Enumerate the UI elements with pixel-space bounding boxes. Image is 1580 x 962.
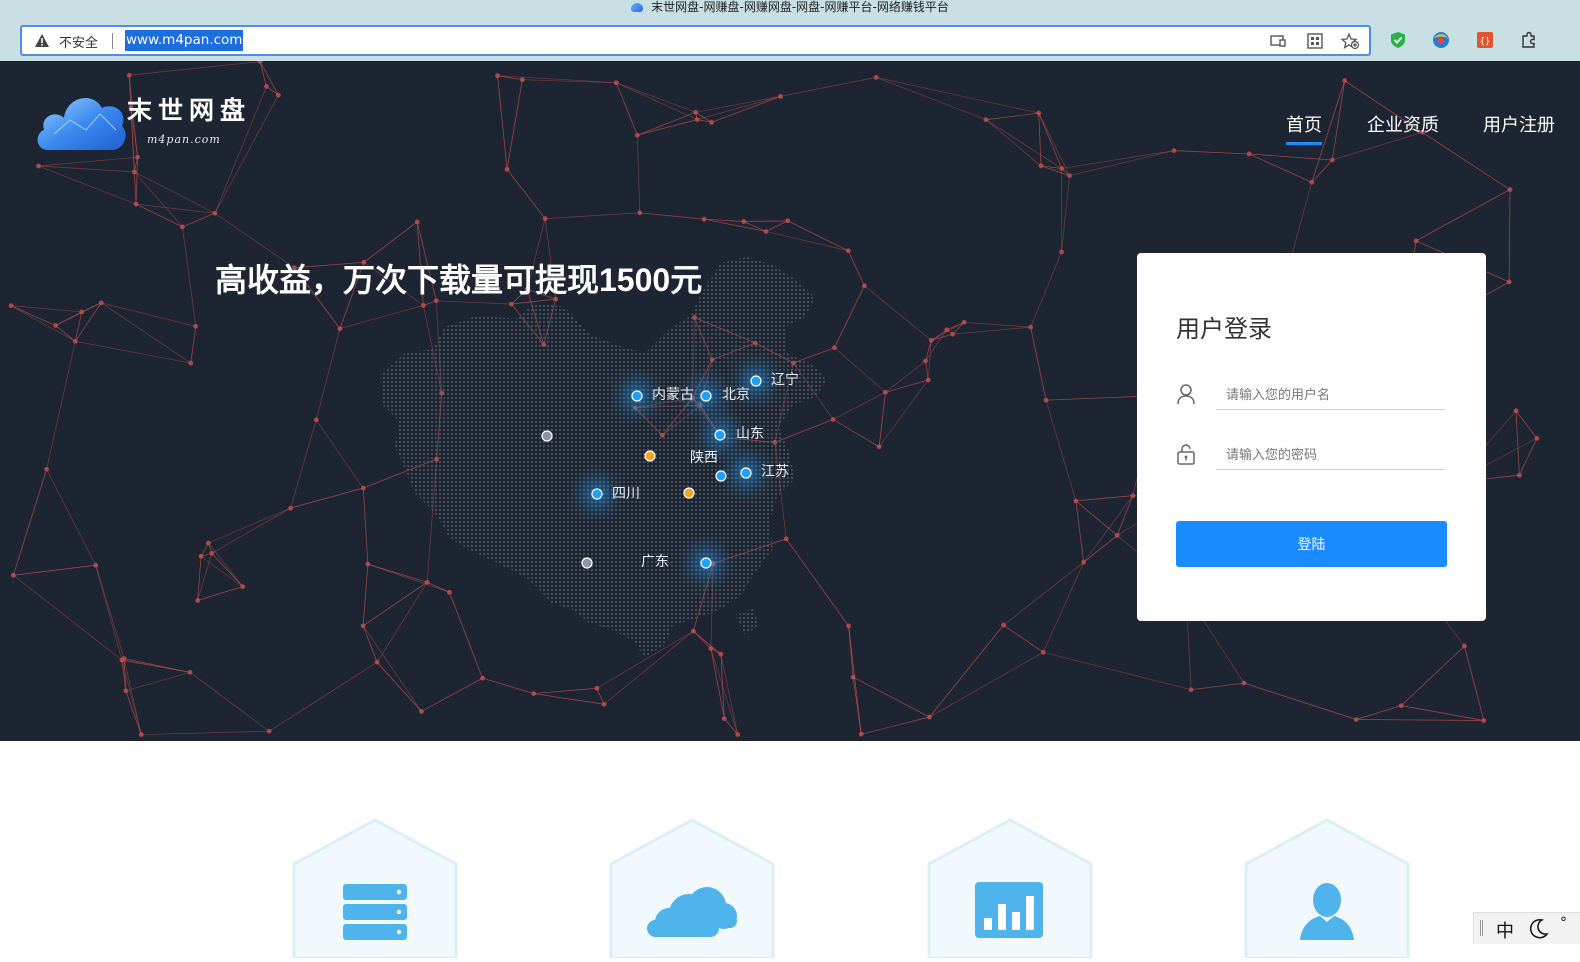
url-text[interactable]: www.m4pan.com [125, 30, 243, 51]
feature-stats [927, 818, 1093, 958]
map-dot [684, 488, 694, 498]
tray-degree[interactable]: ° [1560, 915, 1567, 931]
security-status[interactable]: 不安全 [59, 32, 98, 51]
logo-cloud-icon[interactable] [34, 90, 128, 152]
map-marker-dot [701, 558, 711, 568]
map-marker-dot [645, 451, 655, 461]
svg-text:{}: {} [1480, 37, 1491, 47]
map-marker-dot [632, 391, 642, 401]
map-city-label: 山东 [736, 423, 764, 443]
lock-icon [1176, 443, 1196, 465]
bar-chart-icon [975, 882, 1043, 938]
map-city-label: 江苏 [761, 461, 789, 481]
nav-register[interactable]: 用户注册 [1483, 111, 1555, 137]
address-separator [112, 33, 113, 49]
favorite-add-icon[interactable] [1340, 32, 1360, 50]
tab-cast-icon[interactable] [1268, 32, 1288, 50]
puzzle-icon[interactable] [1519, 30, 1539, 50]
site-favicon-icon [631, 3, 643, 12]
login-card: 用户登录 登陆 [1137, 253, 1486, 621]
feature-storage [292, 818, 458, 958]
warning-icon[interactable] [34, 33, 50, 48]
ime-indicator[interactable]: 中 [1496, 917, 1514, 943]
map-city-label: 四川 [612, 483, 640, 503]
browser-extension-icon[interactable] [1431, 30, 1451, 50]
user-icon [1176, 383, 1196, 405]
browser-toolbar: 不安全 www.m4pan.com {} [0, 15, 1580, 61]
feature-cloud [609, 818, 775, 958]
login-title: 用户登录 [1176, 309, 1272, 344]
map-city-label: 北京 [722, 384, 750, 404]
system-tray: 中 ° [1473, 912, 1580, 944]
map-dot [542, 431, 552, 441]
logo-text[interactable]: 末世网盘 [127, 91, 251, 127]
map-marker-dot [715, 430, 725, 440]
map-marker-dot [701, 391, 711, 401]
map-city-label: 内蒙古 [652, 384, 694, 404]
window-titlebar: 末世网盘-网赚盘-网赚网盘-网盘-网赚平台-网络赚钱平台 [0, 0, 1580, 15]
password-input[interactable] [1216, 440, 1445, 470]
feature-users [1244, 818, 1410, 958]
tray-grip[interactable] [1480, 920, 1483, 936]
map-city-label: 广东 [641, 551, 669, 571]
map-city-label: 陕西 [690, 447, 718, 467]
server-icon [343, 884, 407, 940]
map-marker-dot [751, 376, 761, 386]
map-marker-dot [741, 468, 751, 478]
moon-icon[interactable] [1528, 917, 1550, 939]
shield-extension-icon[interactable] [1388, 30, 1408, 50]
nav-home[interactable]: 首页 [1286, 111, 1322, 137]
adblock-extension-icon[interactable]: {} [1475, 30, 1495, 50]
map-city-label: 辽宁 [771, 369, 799, 389]
username-input[interactable] [1216, 380, 1445, 410]
login-button[interactable]: 登陆 [1176, 521, 1447, 567]
address-bar[interactable]: 不安全 www.m4pan.com [20, 25, 1371, 56]
map-dot [582, 558, 592, 568]
nav-qualification[interactable]: 企业资质 [1367, 111, 1439, 137]
qr-code-icon[interactable] [1305, 32, 1325, 50]
hero-headline: 高收益，万次下载量可提现1500元 [215, 255, 702, 301]
logo-domain: m4pan.com [147, 133, 221, 146]
window-title: 末世网盘-网赚盘-网赚网盘-网盘-网赚平台-网络赚钱平台 [651, 0, 949, 14]
map-marker-dot [592, 489, 602, 499]
